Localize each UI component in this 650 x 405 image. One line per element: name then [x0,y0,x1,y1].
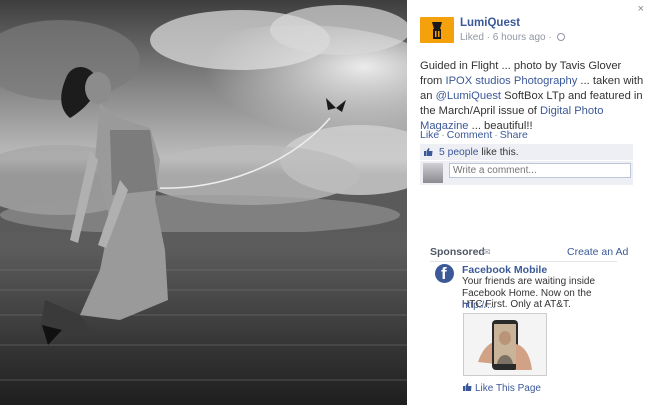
commenter-avatar [423,163,443,183]
meta-separator: · [483,32,493,43]
sponsored-label: Sponsored [430,246,485,258]
globe-icon [556,33,565,41]
post-photo[interactable] [0,0,407,405]
like-this-page-link[interactable]: Like This Page [463,383,541,394]
like-link[interactable]: Like [420,129,439,141]
comment-input[interactable] [449,163,631,178]
likes-comments-box: 5 people like this. [420,144,633,185]
phone-in-hand-image [464,314,546,375]
sponsored-icon[interactable]: ✉ [483,247,491,258]
lumiquest-mention-link[interactable]: @LumiQuest [436,90,501,102]
ipox-studios-link[interactable]: IPOX studios Photography [445,75,577,87]
page-avatar[interactable] [420,17,454,43]
post-meta: Liked · 6 hours ago · [460,32,565,43]
action-separator: · [441,129,445,141]
share-link[interactable]: Share [500,129,528,141]
divider [430,261,617,262]
post-actions: Like · Comment · Share [420,129,528,141]
like-this-page-label: Like This Page [475,383,541,394]
page-name-link[interactable]: LumiQuest [460,17,520,29]
lumiquest-logo-icon [432,22,442,39]
likes-summary: 5 people like this. [420,144,633,161]
facebook-logo-icon[interactable]: f [435,264,454,283]
post-details-panel: × LumiQuest Liked · 6 hours ago · Guided… [407,0,650,405]
photo-image [0,0,407,405]
post-timestamp[interactable]: 6 hours ago [493,32,546,43]
like-thumb-icon [463,383,472,391]
ad-image[interactable] [463,313,547,376]
action-separator: · [494,129,498,141]
ad-url-link[interactable]: http://... [462,300,495,311]
likes-suffix: like this. [478,147,519,158]
likes-count-link[interactable]: 5 people [439,147,479,158]
ad-title-link[interactable]: Facebook Mobile [462,264,547,276]
create-ad-link[interactable]: Create an Ad [567,246,628,258]
liked-status[interactable]: Liked [460,32,484,43]
comment-link[interactable]: Comment [447,129,493,141]
close-icon[interactable]: × [638,3,644,15]
post-caption: Guided in Flight ... photo by Tavis Glov… [420,59,646,134]
meta-separator: · [545,32,555,43]
like-thumb-icon [424,148,433,156]
